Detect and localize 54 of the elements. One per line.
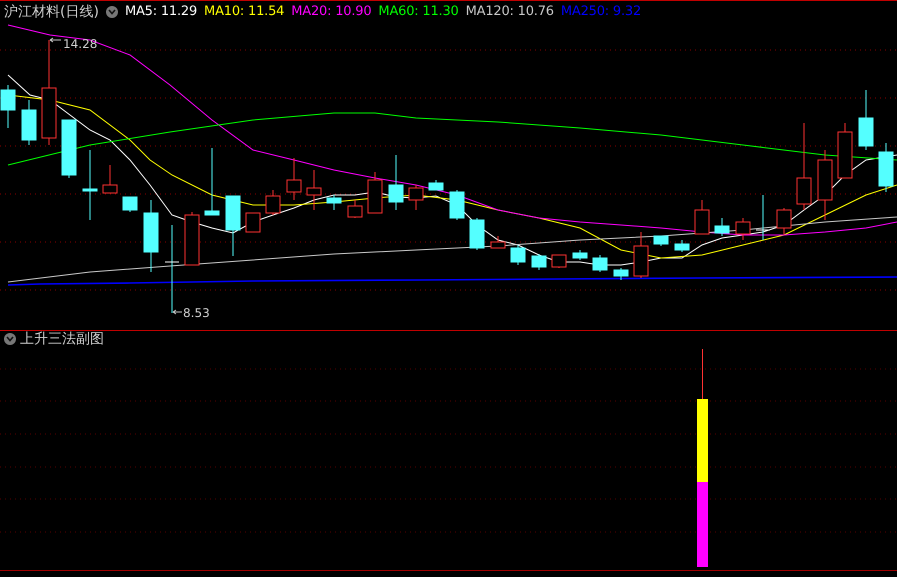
candlestick (246, 212, 260, 232)
candlestick (572, 250, 588, 260)
candlestick (634, 232, 648, 278)
candlestick (532, 254, 546, 270)
candlestick (102, 164, 118, 194)
candlestick (858, 90, 874, 150)
candlestick (674, 240, 690, 252)
candlestick (470, 218, 484, 250)
candlestick (878, 142, 894, 192)
candlestick (368, 172, 382, 214)
price-label: 14.28 (63, 37, 98, 51)
candlestick (306, 170, 322, 210)
price-label: 8.53 (183, 306, 210, 320)
candlestick (184, 212, 200, 266)
candlestick (552, 254, 566, 268)
candlestick (266, 190, 280, 216)
candlestick (428, 180, 444, 190)
candlestick (388, 154, 404, 210)
candlestick (818, 150, 832, 220)
candlestick (82, 150, 98, 220)
candlestick (122, 196, 138, 212)
moving-average-legend: MA60: 11.30 (378, 4, 459, 19)
moving-average-legend: MA120: 10.76 (466, 4, 554, 19)
candlestick (326, 194, 342, 210)
indicator-title: 上升三法副图 (20, 330, 104, 348)
candlestick (592, 254, 608, 272)
candlestick (490, 236, 506, 248)
leader-line (172, 310, 182, 314)
dropdown-icon[interactable] (4, 333, 16, 345)
candlestick (694, 200, 710, 234)
candlestick (226, 196, 240, 256)
candlestick (204, 148, 220, 216)
moving-average-legend: MA250: 9.32 (560, 4, 642, 19)
dropdown-icon[interactable] (106, 6, 118, 18)
candlestick (776, 208, 792, 236)
candlestick (62, 120, 76, 178)
candlestick (838, 122, 852, 178)
candlestick (756, 194, 770, 240)
candlestick (22, 100, 36, 146)
candlestick (736, 218, 750, 240)
candlestick (714, 218, 730, 236)
moving-average-legend: MA20: 10.90 (291, 4, 372, 19)
stock-title: 沪江材料(日线) (4, 2, 99, 20)
candlestick (286, 158, 302, 200)
candlestick (0, 84, 16, 128)
candlestick (654, 236, 668, 246)
leader-line (50, 38, 62, 42)
candlestick (510, 244, 526, 266)
candlestick (408, 184, 424, 210)
candlestick (450, 190, 464, 220)
candlestick (348, 200, 362, 218)
candlestick (614, 268, 628, 280)
moving-average-legend: MA10: 11.54 (204, 4, 284, 19)
moving-average-legend: MA5: 11.29 (124, 4, 198, 19)
